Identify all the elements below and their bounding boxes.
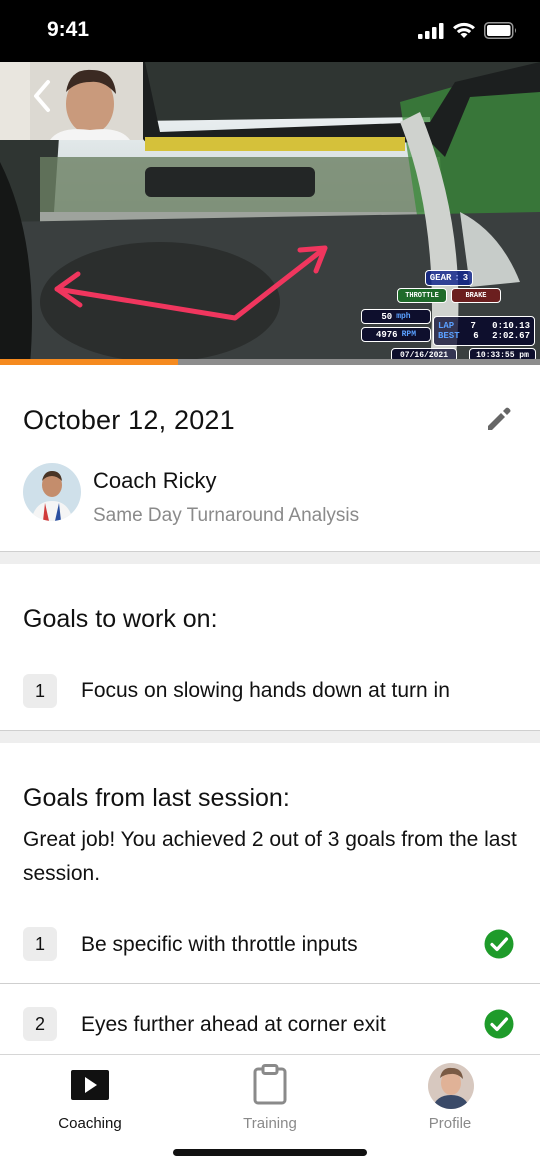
lap-number: 7 [470, 321, 476, 331]
status-time: 9:41 [47, 18, 90, 41]
last-goal-item[interactable]: 2 Eyes further ahead at corner exit [0, 985, 540, 1063]
achieved-check-icon [484, 929, 514, 959]
edit-pencil-icon[interactable] [484, 404, 514, 434]
last-goal-item[interactable]: 1 Be specific with throttle inputs [0, 905, 540, 983]
gear-value: 3 [462, 273, 469, 283]
last-session-summary: Great job! You achieved 2 out of 3 goals… [23, 828, 517, 885]
brake-indicator: BRAKE [451, 288, 501, 303]
lap-time: 0:10.13 [492, 321, 530, 331]
clipboard-icon [253, 1064, 287, 1105]
wifi-icon [453, 22, 475, 38]
row-divider [0, 983, 540, 984]
home-indicator [173, 1149, 367, 1156]
tab-profile[interactable]: Profile [360, 1055, 540, 1145]
coach-pip-video[interactable] [0, 62, 143, 140]
lap-box: LAP 7 0:10.13 BEST 6 2:02.67 [433, 316, 535, 346]
status-bar: 9:41 [0, 0, 540, 62]
best-number: 6 [473, 331, 479, 341]
section-divider [0, 551, 540, 564]
tab-label: Profile [428, 1115, 472, 1132]
speed-value: 50 [381, 311, 393, 322]
session-date: October 12, 2021 [23, 405, 235, 435]
goals-title: Goals to work on: [23, 605, 218, 633]
gear-box: GEAR : 3 [425, 270, 473, 286]
tab-label: Coaching [58, 1115, 122, 1132]
cellular-signal-icon [418, 22, 444, 39]
goal-text: Be specific with throttle inputs [81, 933, 358, 956]
goal-number-badge: 1 [23, 674, 57, 708]
coach-avatar-image [23, 463, 81, 521]
coach-avatar[interactable] [23, 463, 81, 521]
battery-icon [484, 22, 516, 39]
lap-label: LAP [438, 321, 455, 331]
section-divider [0, 730, 540, 743]
back-chevron-icon[interactable] [28, 78, 56, 114]
tab-training[interactable]: Training [180, 1055, 360, 1145]
gear-label: GEAR [429, 273, 452, 283]
last-session-title: Goals from last session: [23, 784, 290, 812]
coach-name: Coach Ricky [93, 468, 217, 493]
throttle-indicator: THROTTLE [397, 288, 447, 303]
video-player[interactable]: GEAR : 3 THROTTLE BRAKE 50 mph 4976 RPM … [0, 62, 540, 365]
goal-number-badge: 1 [23, 927, 57, 961]
speed-unit: mph [396, 312, 411, 321]
speed-box: 50 mph [361, 309, 431, 324]
rpm-box: 4976 RPM [361, 327, 431, 342]
tab-label: Training [243, 1115, 297, 1132]
brake-label: BRAKE [465, 291, 487, 300]
goal-number-badge: 2 [23, 1007, 57, 1041]
best-time: 2:02.67 [492, 331, 530, 341]
avatar [428, 1063, 474, 1109]
coach-subtitle: Same Day Turnaround Analysis [93, 505, 360, 526]
tab-coaching[interactable]: Coaching [0, 1055, 180, 1145]
best-label: BEST [438, 331, 460, 341]
goal-text: Focus on slowing hands down at turn in [81, 679, 450, 702]
achieved-check-icon [484, 1009, 514, 1039]
rpm-unit: RPM [401, 330, 416, 339]
coach-face-image [0, 62, 143, 140]
goal-item[interactable]: 1 Focus on slowing hands down at turn in [0, 652, 540, 730]
status-icons [418, 22, 518, 39]
play-icon [71, 1070, 109, 1100]
goal-text: Eyes further ahead at corner exit [81, 1013, 386, 1036]
throttle-label: THROTTLE [405, 291, 439, 300]
rpm-value: 4976 [375, 329, 398, 340]
